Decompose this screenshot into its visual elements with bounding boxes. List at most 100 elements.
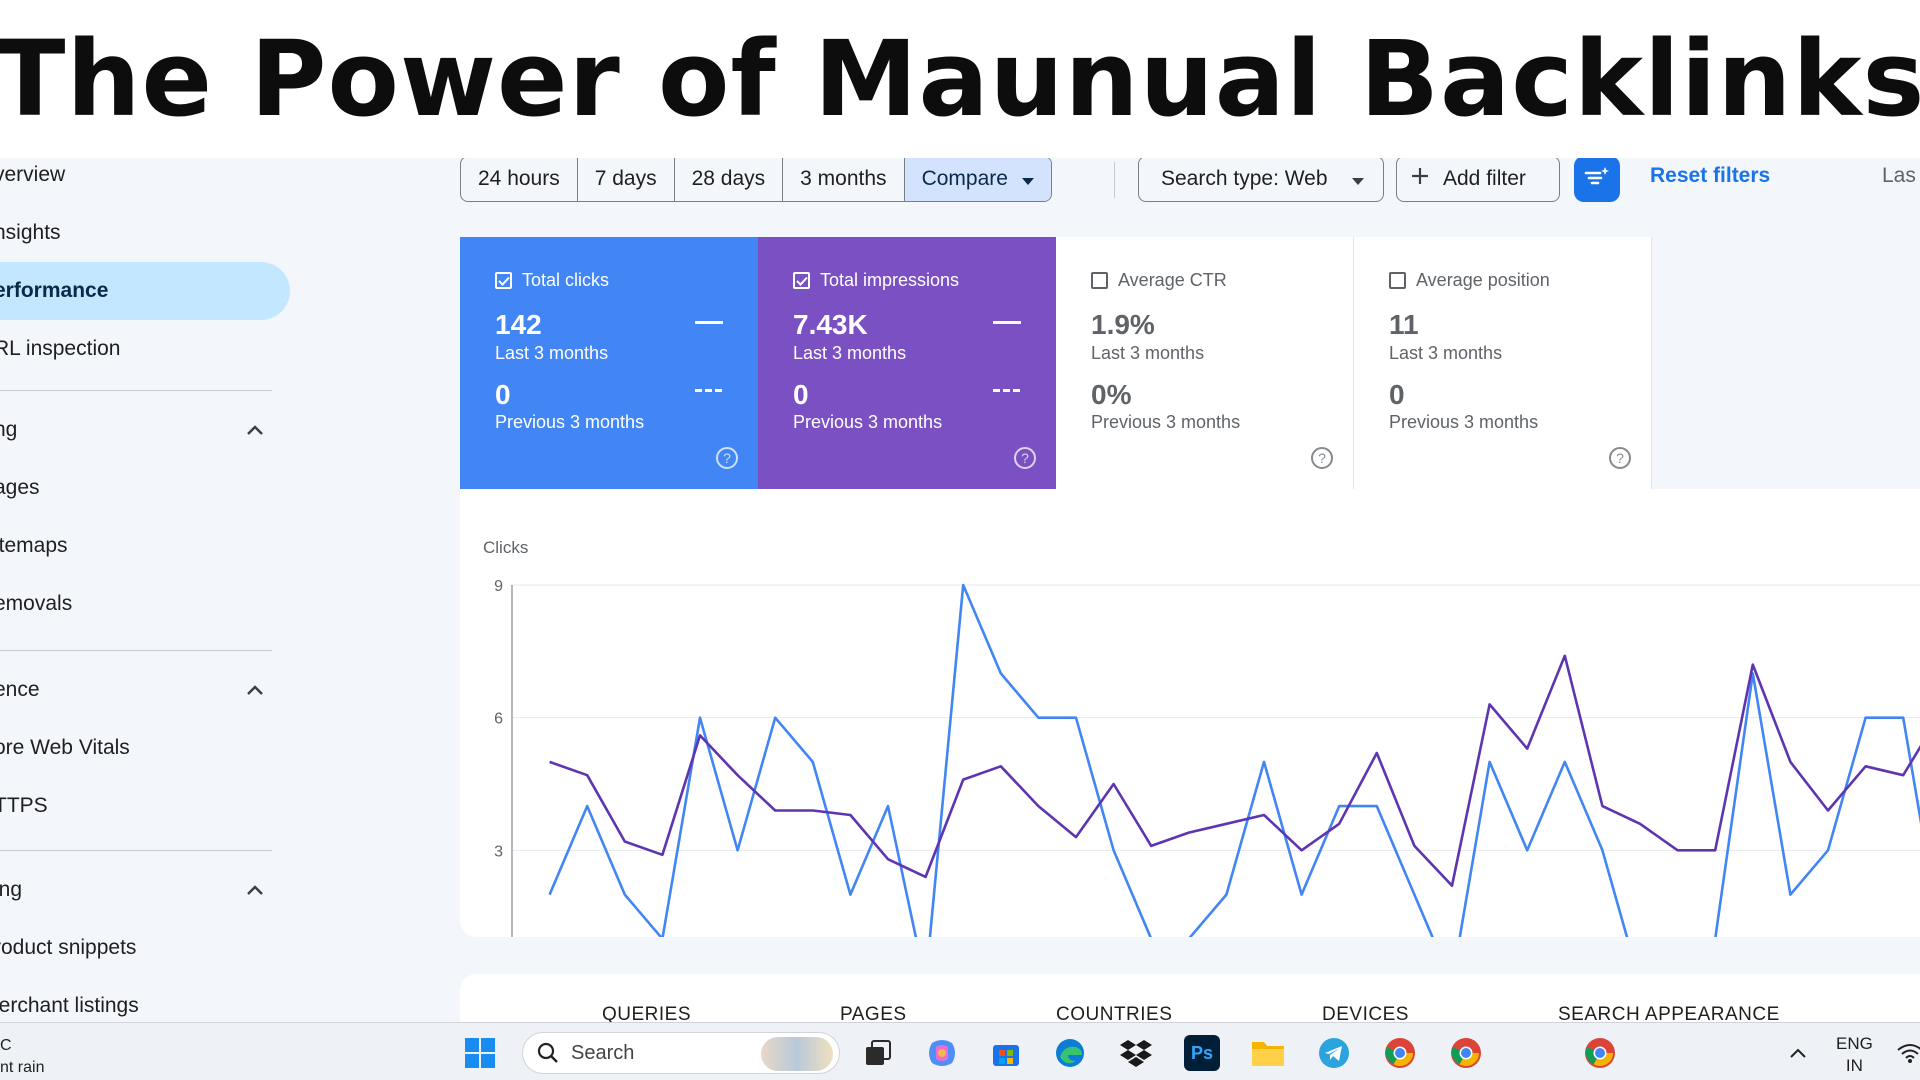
sidebar-item-url-inspection[interactable]: RL inspection <box>0 320 120 378</box>
wifi-icon[interactable] <box>1892 1035 1920 1071</box>
y-tick-label: 9 <box>494 578 503 595</box>
metric-label: Average position <box>1416 270 1550 290</box>
metric-period: Last 3 months <box>495 343 609 363</box>
metric-prev-value: 0 <box>793 379 809 410</box>
caret-down-icon <box>1351 167 1364 191</box>
sidebar-item-pages[interactable]: ages <box>0 459 40 517</box>
range-3-months[interactable]: 3 months <box>783 158 905 201</box>
metric-card-total-clicks[interactable]: Total clicks 142 Last 3 months 0 Previou… <box>460 237 758 489</box>
sidebar-item-core-web-vitals[interactable]: ore Web Vitals <box>0 719 130 777</box>
y-tick-label: 6 <box>494 711 503 728</box>
sidebar-section-experience[interactable]: ence <box>0 661 272 719</box>
reset-filters-link[interactable]: Reset filters <box>1650 164 1770 188</box>
tab-queries[interactable]: QUERIES <box>602 1004 691 1022</box>
help-icon[interactable]: ? <box>1609 447 1631 469</box>
chevron-up-icon <box>244 419 266 441</box>
toolbar-separator <box>1114 162 1115 198</box>
edge-icon[interactable] <box>1052 1035 1088 1071</box>
sidebar-item-sitemaps[interactable]: itemaps <box>0 517 68 575</box>
photoshop-icon[interactable]: Ps <box>1184 1035 1220 1071</box>
metric-prev-value: 0 <box>495 379 511 410</box>
banner-title: The Power of Maunual Backlinks <box>0 18 1920 140</box>
task-view-icon[interactable] <box>860 1035 896 1071</box>
taskbar-search[interactable]: Search <box>522 1032 840 1074</box>
metric-card-total-impressions[interactable]: Total impressions 7.43K Last 3 months 0 … <box>758 237 1056 489</box>
metric-value: 11 <box>1389 309 1419 340</box>
sidebar-item-merchant-listings[interactable]: lerchant listings <box>0 977 139 1022</box>
copilot-icon[interactable] <box>924 1035 960 1071</box>
sidebar-divider <box>0 850 272 851</box>
sidebar-section-indexing[interactable]: ng <box>0 401 272 459</box>
performance-chart-panel: Clicks03695101520253035 <box>460 489 1920 937</box>
checkbox-unchecked-icon[interactable] <box>1091 272 1108 289</box>
compare-dropdown[interactable]: Compare <box>904 158 1051 201</box>
tab-search-appearance[interactable]: SEARCH APPEARANCE <box>1558 1004 1780 1022</box>
sidebar-item-https[interactable]: TTPS <box>0 777 48 835</box>
metric-prev-period: Previous 3 months <box>495 412 645 432</box>
sidebar-item-performance[interactable]: erformance <box>0 262 290 320</box>
metric-label: Total clicks <box>522 270 610 290</box>
metric-label: Average CTR <box>1118 270 1227 290</box>
weather-widget[interactable]: C nt rain <box>0 1035 44 1079</box>
dropbox-icon[interactable] <box>1118 1035 1154 1071</box>
add-filter-button[interactable]: Add filter <box>1396 158 1560 202</box>
windows-start-icon[interactable] <box>462 1035 498 1071</box>
metric-period: Last 3 months <box>793 343 907 363</box>
checkbox-checked-icon[interactable] <box>495 272 512 289</box>
help-icon[interactable]: ? <box>716 447 738 469</box>
filter-settings-button[interactable] <box>1574 158 1620 202</box>
checkbox-unchecked-icon[interactable] <box>1389 272 1406 289</box>
last-updated-text: Las <box>1882 164 1916 187</box>
search-highlight-icon <box>761 1037 833 1071</box>
metric-value: 142 <box>495 309 542 340</box>
metric-card-average-ctr[interactable]: Average CTR 1.9% Last 3 months 0% Previo… <box>1056 237 1354 489</box>
caret-down-icon <box>1021 167 1034 191</box>
metric-prev-period: Previous 3 months <box>793 412 943 432</box>
sidebar-item-overview[interactable]: verview <box>0 158 65 204</box>
dashed-line-legend-icon <box>993 389 1021 392</box>
metric-period: Last 3 months <box>1389 343 1503 363</box>
solid-line-legend-icon <box>993 321 1021 324</box>
range-28-days[interactable]: 28 days <box>675 158 784 201</box>
metric-card-average-position[interactable]: Average position 11 Last 3 months 0 Prev… <box>1354 237 1652 489</box>
sidebar-divider <box>0 650 272 651</box>
sidebar-section-shopping[interactable]: ing <box>0 861 272 919</box>
range-7-days[interactable]: 7 days <box>578 158 675 201</box>
sidebar-item-insights[interactable]: nsights <box>0 204 61 262</box>
checkbox-checked-icon[interactable] <box>793 272 810 289</box>
y-axis-title: Clicks <box>483 538 528 557</box>
file-explorer-icon[interactable] <box>1250 1035 1286 1071</box>
dashed-line-legend-icon <box>695 389 723 392</box>
range-24-hours[interactable]: 24 hours <box>461 158 578 201</box>
weather-temp: C <box>0 1037 12 1054</box>
language-indicator[interactable]: ENG IN <box>1836 1033 1873 1077</box>
tab-pages[interactable]: PAGES <box>840 1004 907 1022</box>
search-icon <box>537 1042 559 1064</box>
sidebar-divider <box>0 390 272 391</box>
chrome-profile-icon[interactable] <box>1448 1035 1484 1071</box>
series-line-clicks <box>548 583 1920 937</box>
telegram-icon[interactable] <box>1316 1035 1352 1071</box>
metric-prev-value: 0 <box>1389 379 1405 410</box>
chrome-profile-icon[interactable] <box>1382 1035 1418 1071</box>
microsoft-store-icon[interactable] <box>988 1035 1024 1071</box>
plus-icon <box>1411 167 1429 191</box>
sidebar-item-product-snippets[interactable]: roduct snippets <box>0 919 136 977</box>
solid-line-legend-icon <box>695 321 723 324</box>
report-tabs: QUERIES PAGES COUNTRIES DEVICES SEARCH A… <box>460 974 1920 1022</box>
help-icon[interactable]: ? <box>1014 447 1036 469</box>
tab-devices[interactable]: DEVICES <box>1322 1004 1409 1022</box>
sidebar-item-removals[interactable]: emovals <box>0 575 72 633</box>
help-icon[interactable]: ? <box>1311 447 1333 469</box>
tab-countries[interactable]: COUNTRIES <box>1056 1004 1172 1022</box>
performance-chart: Clicks03695101520253035 <box>483 538 1920 937</box>
compare-label: Compare <box>921 167 1008 190</box>
windows-taskbar: C nt rain Search Ps ENG IN <box>0 1022 1920 1080</box>
add-filter-label: Add filter <box>1443 167 1526 190</box>
chrome-profile-icon[interactable] <box>1582 1035 1618 1071</box>
chevron-up-icon[interactable] <box>1780 1035 1816 1071</box>
sidebar: verview nsights erformance RL inspection… <box>0 158 290 1022</box>
weather-desc: nt rain <box>0 1059 45 1076</box>
metric-value: 1.9% <box>1091 309 1155 340</box>
search-type-dropdown[interactable]: Search type: Web <box>1138 158 1384 202</box>
